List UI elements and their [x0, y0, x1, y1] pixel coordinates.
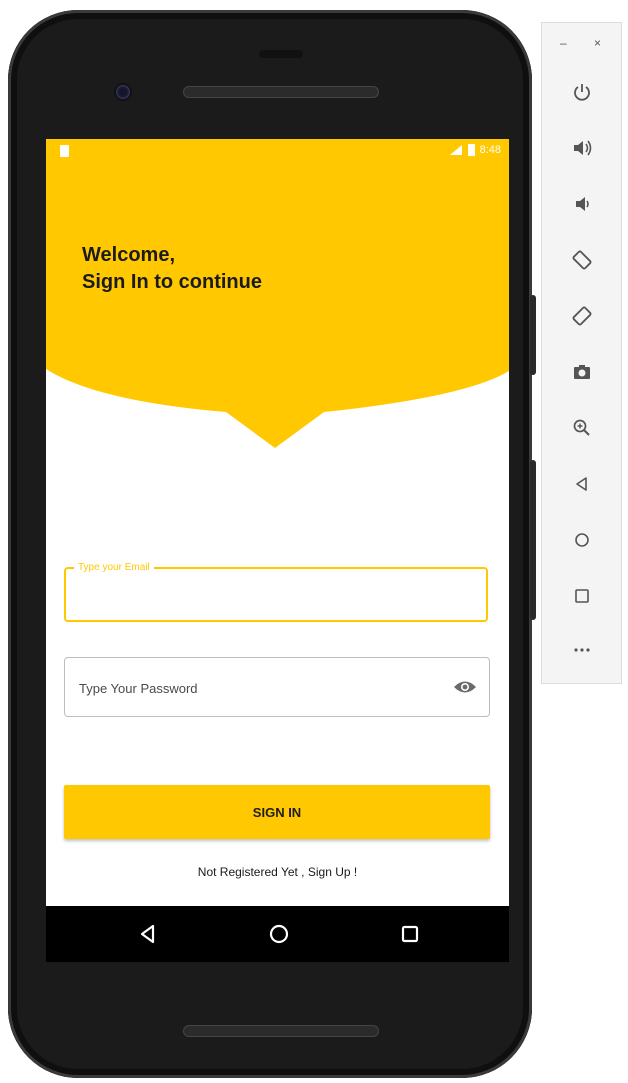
- sd-card-icon: [60, 145, 69, 157]
- sign-up-link[interactable]: Not Registered Yet , Sign Up !: [46, 865, 509, 879]
- rotate-left-icon[interactable]: [567, 245, 597, 275]
- camera-icon[interactable]: [567, 357, 597, 387]
- minimize-button[interactable]: –: [560, 35, 567, 51]
- proximity-sensor: [259, 50, 303, 58]
- back-triangle-icon[interactable]: [136, 922, 160, 946]
- volume-down-icon[interactable]: [567, 189, 597, 219]
- volume-up-icon[interactable]: [567, 133, 597, 163]
- close-button[interactable]: ×: [594, 35, 601, 51]
- email-field[interactable]: Type your Email: [64, 561, 488, 622]
- power-side-button: [530, 295, 536, 375]
- signal-icon: [449, 145, 462, 155]
- password-input[interactable]: [77, 676, 441, 700]
- status-time: 8:48: [479, 144, 501, 156]
- overview-icon[interactable]: [567, 581, 597, 611]
- rotate-right-icon[interactable]: [567, 301, 597, 331]
- more-icon[interactable]: [567, 635, 597, 665]
- power-icon[interactable]: [567, 77, 597, 107]
- app-screen: 8:48 Welcome, Sign In to continue Type y…: [46, 139, 509, 906]
- recents-square-icon[interactable]: [398, 922, 422, 946]
- welcome-heading: Welcome, Sign In to continue: [82, 242, 462, 296]
- zoom-icon[interactable]: [567, 413, 597, 443]
- bottom-speaker-grille: [183, 1025, 379, 1037]
- welcome-line-1: Welcome,: [82, 244, 175, 266]
- home-circle-icon[interactable]: [267, 922, 291, 946]
- sign-in-button[interactable]: SIGN IN: [64, 785, 490, 839]
- status-bar: 8:48: [46, 139, 509, 163]
- top-speaker-grille: [183, 86, 379, 98]
- emulator-toolbar: – ×: [541, 22, 622, 684]
- status-right-group: 8:48: [449, 144, 501, 156]
- email-input[interactable]: [78, 583, 472, 609]
- emulator-window-controls: – ×: [542, 35, 623, 51]
- front-camera-icon: [116, 85, 130, 99]
- android-nav-bar: [46, 906, 509, 962]
- back-icon[interactable]: [567, 469, 597, 499]
- volume-side-button: [530, 460, 536, 620]
- header-background: [46, 139, 509, 448]
- home-icon[interactable]: [567, 525, 597, 555]
- battery-icon: [467, 144, 475, 156]
- eye-icon[interactable]: [453, 678, 477, 696]
- welcome-line-2: Sign In to continue: [82, 271, 262, 293]
- email-field-label: Type your Email: [74, 561, 154, 575]
- password-field[interactable]: [64, 657, 490, 717]
